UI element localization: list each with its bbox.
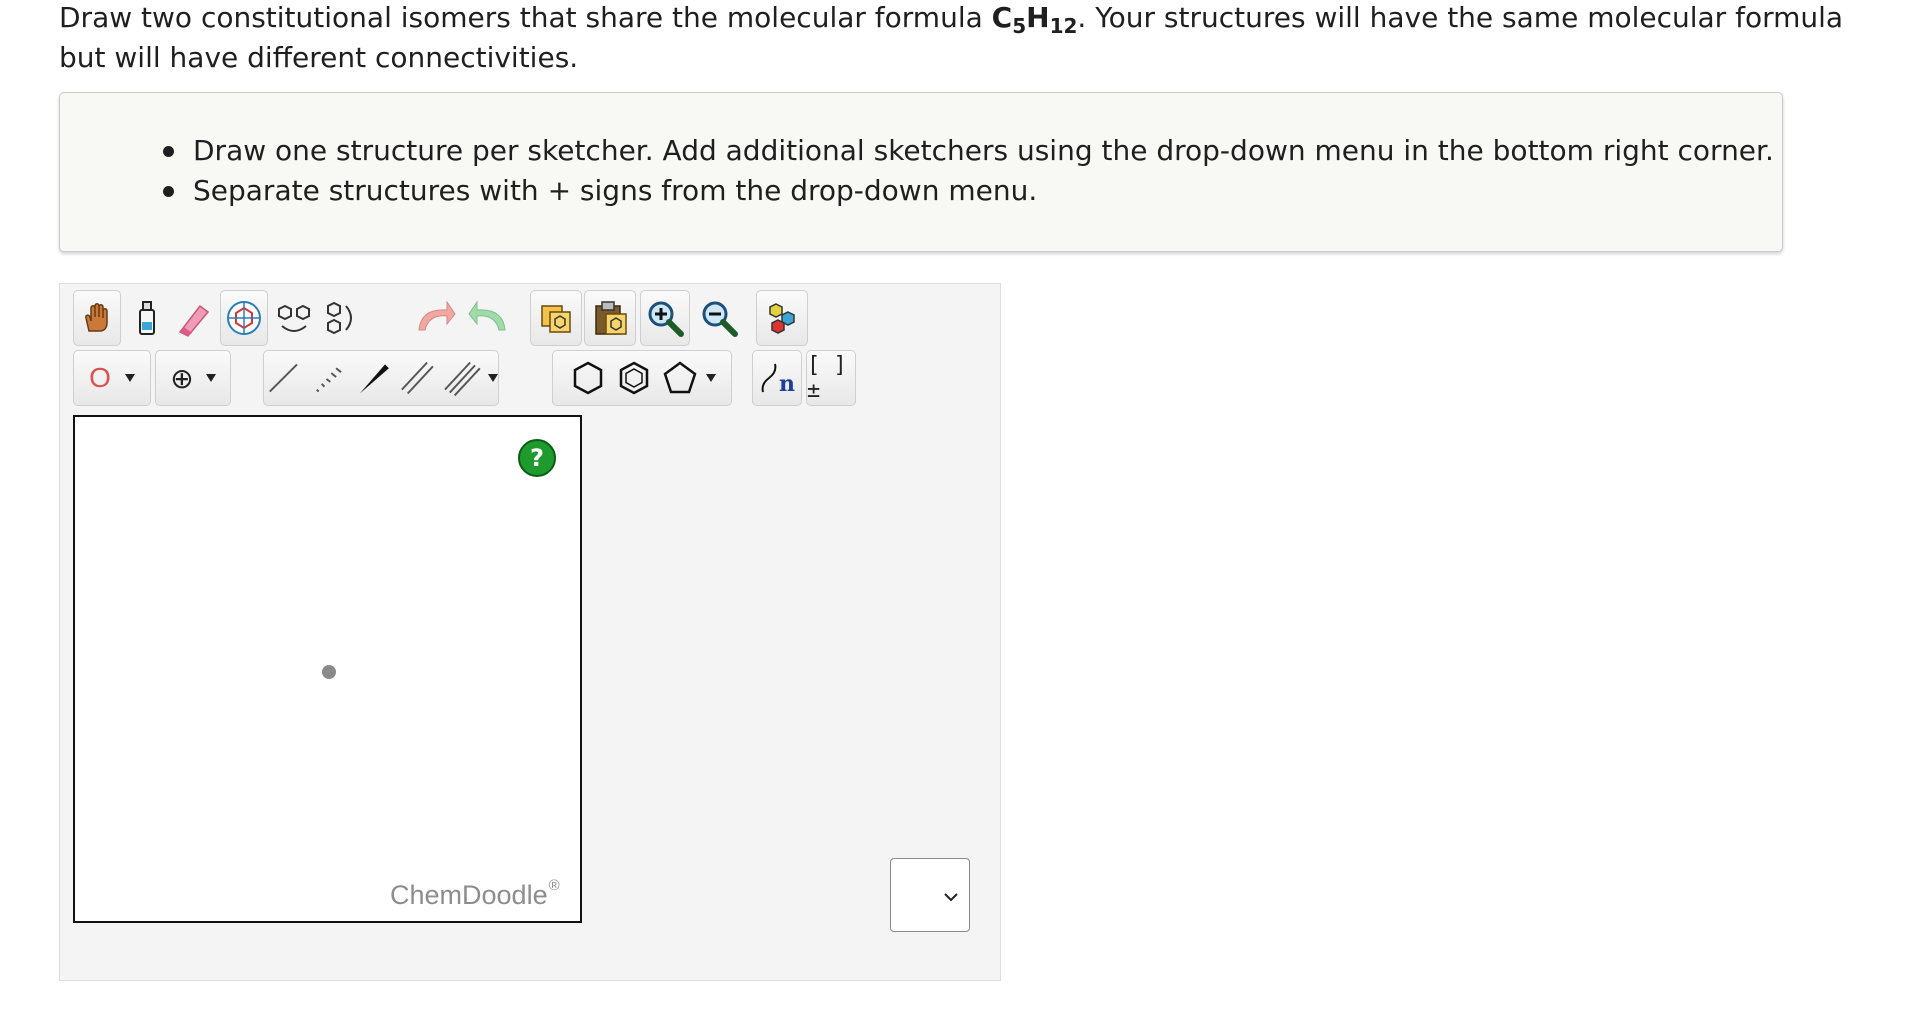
undo-icon (418, 300, 456, 331)
cyclopentane-icon[interactable] (660, 358, 700, 398)
hand-icon (85, 303, 108, 332)
redo-button[interactable] (464, 290, 514, 346)
instruction-item: Separate structures with + signs from th… (163, 171, 1774, 211)
ring-template-icon (227, 301, 261, 335)
registered-mark: ® (548, 877, 560, 894)
formula-carbon-count: 5 (1012, 14, 1027, 38)
ring-tools-group (552, 350, 732, 406)
instructions-box: Draw one structure per sketcher. Add add… (59, 92, 1783, 252)
chevron-down-icon (124, 374, 135, 382)
zoom-out-button[interactable] (694, 290, 744, 346)
cyclohexane-icon[interactable] (568, 358, 608, 398)
atom-label-dropdown[interactable]: O (73, 350, 151, 406)
chevron-down-icon (944, 893, 958, 902)
clean-structure-icon (769, 303, 795, 334)
eraser-icon (178, 304, 210, 337)
rotate-chain-icon (327, 301, 352, 335)
zoom-in-icon (648, 301, 684, 337)
chevron-down-icon[interactable] (487, 374, 498, 382)
repeat-unit-button[interactable]: n (752, 350, 802, 406)
question-text: Draw two constitutional isomers that sha… (59, 0, 1879, 78)
repeat-unit-icon (761, 363, 777, 393)
brand-name: ChemDoodle (390, 880, 548, 910)
formula-hydrogen: H (1026, 1, 1050, 34)
bracket-charge-button[interactable]: [ ]± (806, 350, 856, 406)
formula-carbon: C (991, 1, 1013, 34)
benzene-icon[interactable] (614, 358, 654, 398)
atom-label: O (89, 362, 111, 393)
chevron-down-icon (205, 374, 216, 382)
chevron-down-icon[interactable] (706, 374, 716, 382)
paste-icon (595, 301, 627, 335)
undo-button[interactable] (410, 290, 460, 346)
lasso-bottle-icon (139, 301, 155, 335)
chain-templates-icon (278, 304, 310, 332)
formula-hydrogen-count: 12 (1049, 14, 1078, 38)
lasso-tool-button[interactable] (125, 290, 169, 346)
paste-button[interactable] (584, 290, 636, 346)
drawing-canvas[interactable]: ? ChemDoodle® (73, 415, 582, 923)
chemdoodle-logo: ChemDoodle® (390, 877, 560, 911)
bracket-charge-label: [ ]± (807, 353, 847, 403)
double-bond-icon[interactable] (398, 358, 437, 398)
bond-tools-group (263, 350, 499, 406)
triple-bond-icon[interactable] (443, 358, 482, 398)
eraser-tool-button[interactable] (172, 290, 216, 346)
add-sketcher-select[interactable] (890, 858, 970, 932)
canvas-atom-dot (322, 665, 336, 679)
zoom-in-button[interactable] (640, 290, 690, 346)
hand-tool-button[interactable] (73, 290, 121, 346)
copy-icon (541, 305, 571, 333)
repeat-unit-label: n (779, 371, 795, 397)
question-part-1: Draw two constitutional isomers that sha… (59, 1, 992, 34)
charge-dropdown[interactable]: ⊕ (155, 350, 231, 406)
ring-template-button[interactable] (220, 290, 268, 346)
wedge-bond-icon[interactable] (354, 358, 393, 398)
chain-templates-button[interactable] (272, 290, 316, 346)
charge-plus-icon: ⊕ (170, 361, 194, 395)
hashed-bond-icon[interactable] (309, 358, 348, 398)
redo-icon (468, 300, 506, 331)
instructions-list: Draw one structure per sketcher. Add add… (163, 131, 1774, 211)
zoom-out-icon (702, 301, 738, 337)
single-bond-icon[interactable] (264, 358, 303, 398)
rotate-chain-button[interactable] (318, 290, 362, 346)
instruction-item: Draw one structure per sketcher. Add add… (163, 131, 1774, 171)
copy-button[interactable] (530, 290, 582, 346)
help-button[interactable]: ? (518, 439, 556, 477)
clean-structure-button[interactable] (756, 290, 808, 346)
molecular-formula: C5H12 (991, 1, 1078, 36)
